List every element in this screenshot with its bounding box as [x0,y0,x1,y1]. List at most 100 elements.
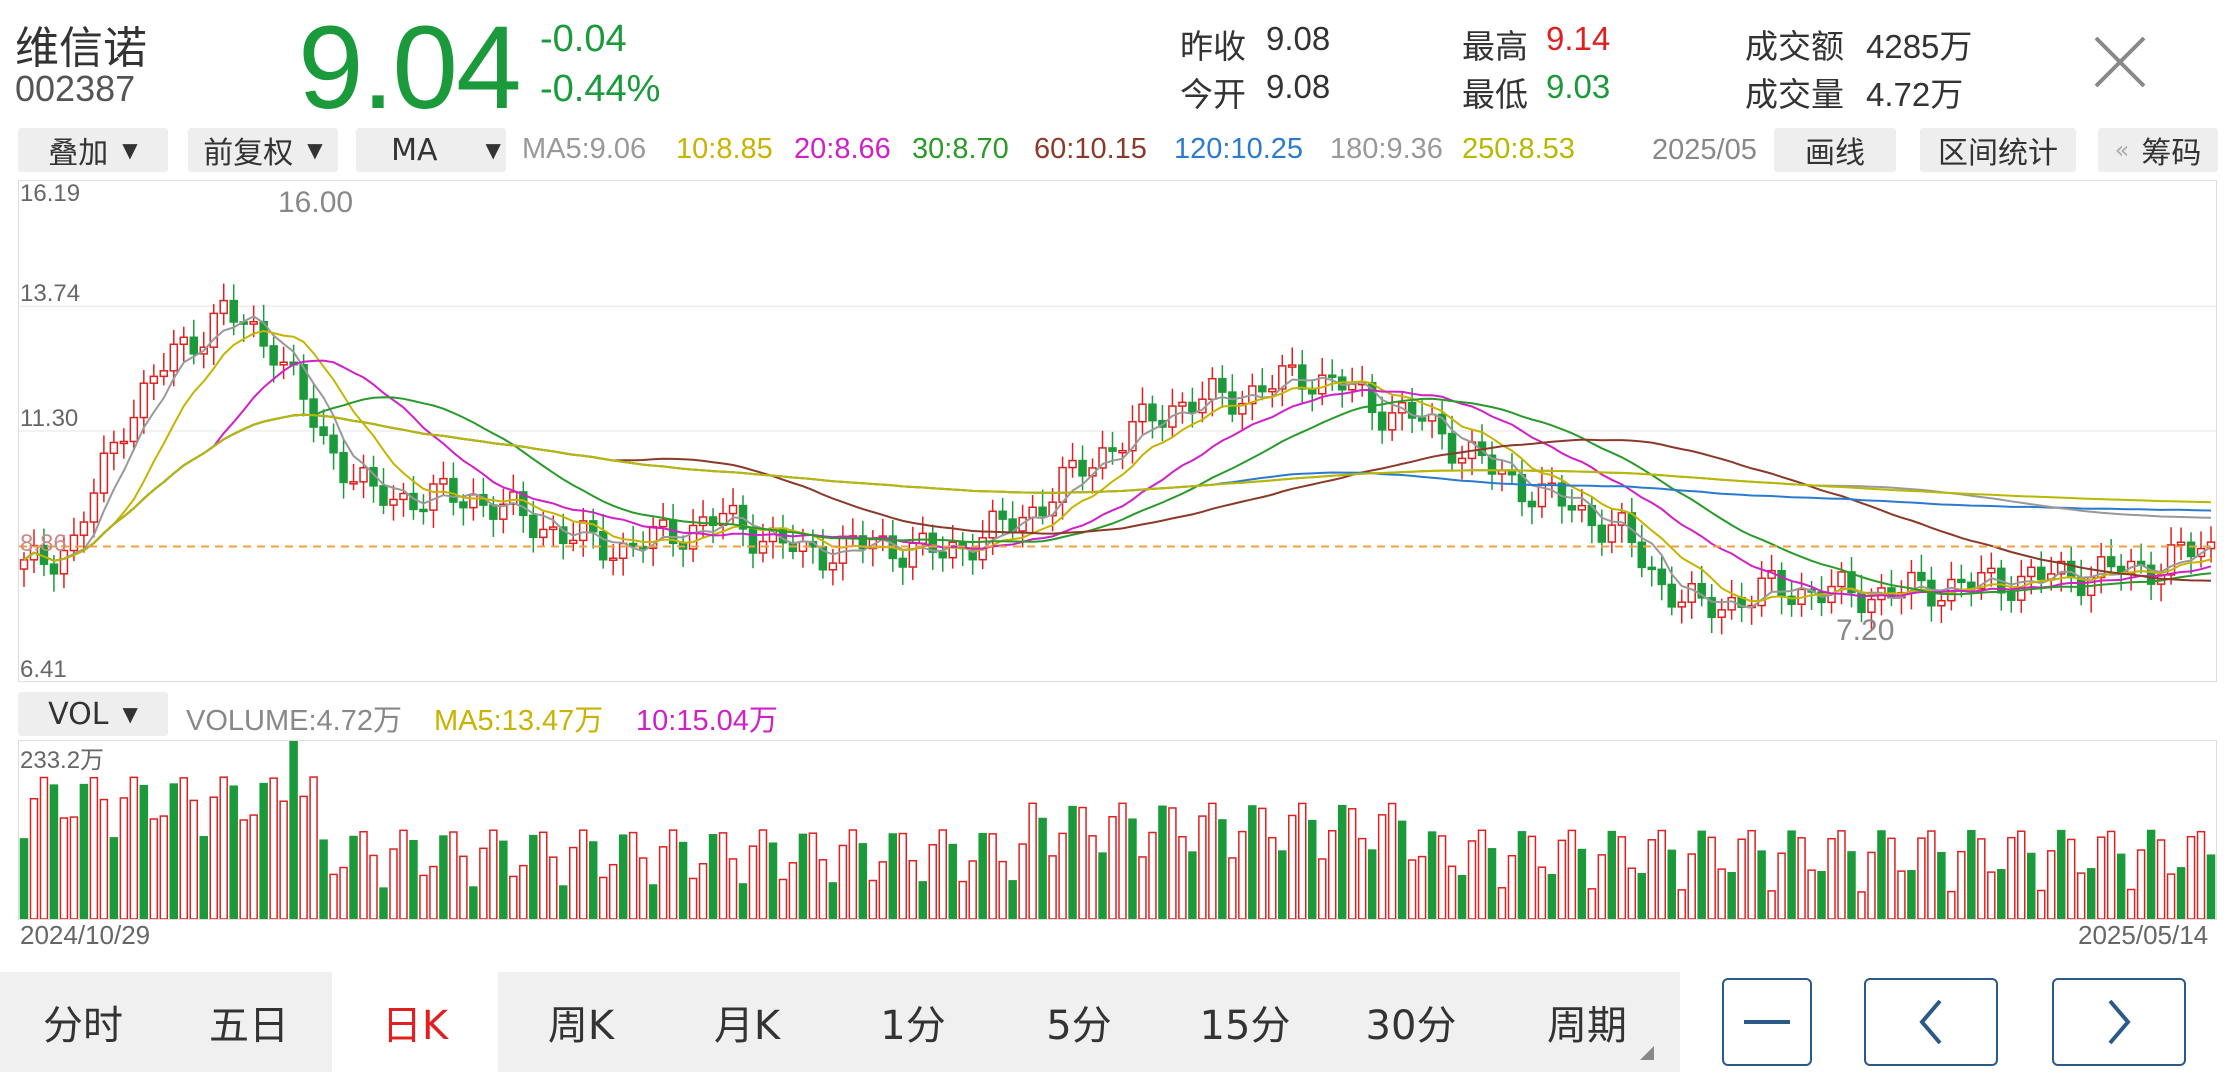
volume-bar [349,835,358,920]
volume-bar [768,842,778,920]
volume-bar [888,833,898,920]
volume-bar [568,846,578,920]
volume-bar [988,833,997,920]
candle-body [1377,411,1387,431]
volume-bar [509,875,518,920]
volume-bar [159,815,169,920]
adjust-dropdown[interactable]: 前复权 ▼ [188,128,338,172]
volume-bar [978,832,987,920]
volume-bar [1557,839,1567,920]
volume-bar [1208,802,1217,920]
candle-body [918,532,928,544]
volume-bar [2166,873,2176,920]
volume-bar [1697,830,1706,920]
volume-bar [1387,802,1397,920]
volume-bar [409,840,418,920]
low-price-label: 7.20 [1836,614,1895,647]
volume-bar [2046,850,2056,920]
candle-body [898,557,908,568]
volume-bar [1727,871,1736,920]
high-price-label: 16.00 [278,186,354,219]
volume-bar [1228,857,1237,920]
volume-bar [1577,848,1587,920]
candle-body [339,451,348,484]
volume-bar [1807,869,1816,920]
draw-line-button[interactable]: 画线 [1774,128,1896,172]
volume-bar [908,859,918,920]
tab-5[interactable]: 1分 [830,972,996,1072]
volume-bar [2076,872,2086,920]
volume-indicator-dropdown[interactable]: VOL ▼ [18,692,168,736]
volume-bar [1647,839,1657,920]
close-button[interactable] [2090,32,2150,92]
volume-bar [519,864,528,920]
volume-bar [2027,852,2036,920]
volume-bar [1907,870,1916,920]
adjust-label: 前复权 [203,136,294,171]
volume-bar [878,861,888,920]
candle-body [279,361,288,366]
scroll-left-button[interactable] [1864,978,1998,1066]
volume-bar [1797,837,1806,920]
candle-body [49,563,59,575]
volume-bar [1178,836,1187,920]
volume-bar [2106,830,2116,920]
tab-0[interactable]: 分时 [0,972,166,1072]
volume-bar [738,883,748,920]
candle-body [1687,583,1696,603]
indicator-dropdown[interactable]: MA ▼ [356,128,506,172]
scroll-right-button[interactable] [2052,978,2186,1066]
range-stats-button[interactable]: 区间统计 [1920,128,2076,172]
chips-button[interactable]: « 筹码 [2098,128,2218,172]
zoom-out-button[interactable] [1722,978,1812,1066]
kline-chart[interactable] [18,180,2217,682]
volume-bar [678,841,688,920]
volume-value: VOLUME:4.72万 [186,705,402,737]
volume-bar [1657,829,1667,920]
candle-body [489,504,498,520]
volume-bar [1248,805,1257,920]
volume-bar [1827,837,1836,920]
candle-body [938,551,947,559]
volume-bar [1897,870,1906,920]
volume-bar [858,843,868,920]
volume-bar [928,844,937,920]
volume-bar [1188,851,1197,920]
tab-1[interactable]: 五日 [166,972,332,1072]
tab-7[interactable]: 15分 [1162,972,1328,1072]
volume-bar [1367,849,1377,920]
volume-bar [399,829,408,920]
tab-2[interactable]: 日K [332,972,498,1072]
volume-bar [728,858,738,920]
kline-canvas[interactable] [19,181,2216,681]
chips-label: 筹码 [2141,136,2202,171]
tab-6[interactable]: 5分 [996,972,1162,1072]
volume-bar [369,854,378,920]
candle-body [149,375,159,384]
candle-body [1447,432,1457,464]
tab-3[interactable]: 周K [498,972,664,1072]
candle-body [439,477,448,485]
volume-chart[interactable] [18,740,2217,920]
candle-body [1567,505,1577,511]
candle-body [1527,500,1537,508]
volume-bar [2136,849,2146,920]
volume-bar [1997,869,2006,920]
overlay-dropdown[interactable]: 叠加 ▼ [18,128,168,172]
volume-bar [668,829,678,920]
tab-4[interactable]: 月K [664,972,830,1072]
volume-bar [1517,831,1527,920]
tab-8[interactable]: 30分 [1328,972,1494,1072]
candle-body [998,510,1007,520]
volume-canvas[interactable] [19,740,2216,920]
volume-bar [419,874,428,920]
volume-bar [608,863,618,920]
candle-body [2036,566,2046,581]
volume-bar [109,837,119,920]
volume-axis-max: 233.2万 [20,747,105,774]
minus-icon [1744,1020,1790,1024]
volume-bar [29,798,39,920]
quote-value: 9.03 [1546,68,1611,105]
volume-bar [808,832,818,920]
draw-line-label: 画线 [1805,136,1865,171]
